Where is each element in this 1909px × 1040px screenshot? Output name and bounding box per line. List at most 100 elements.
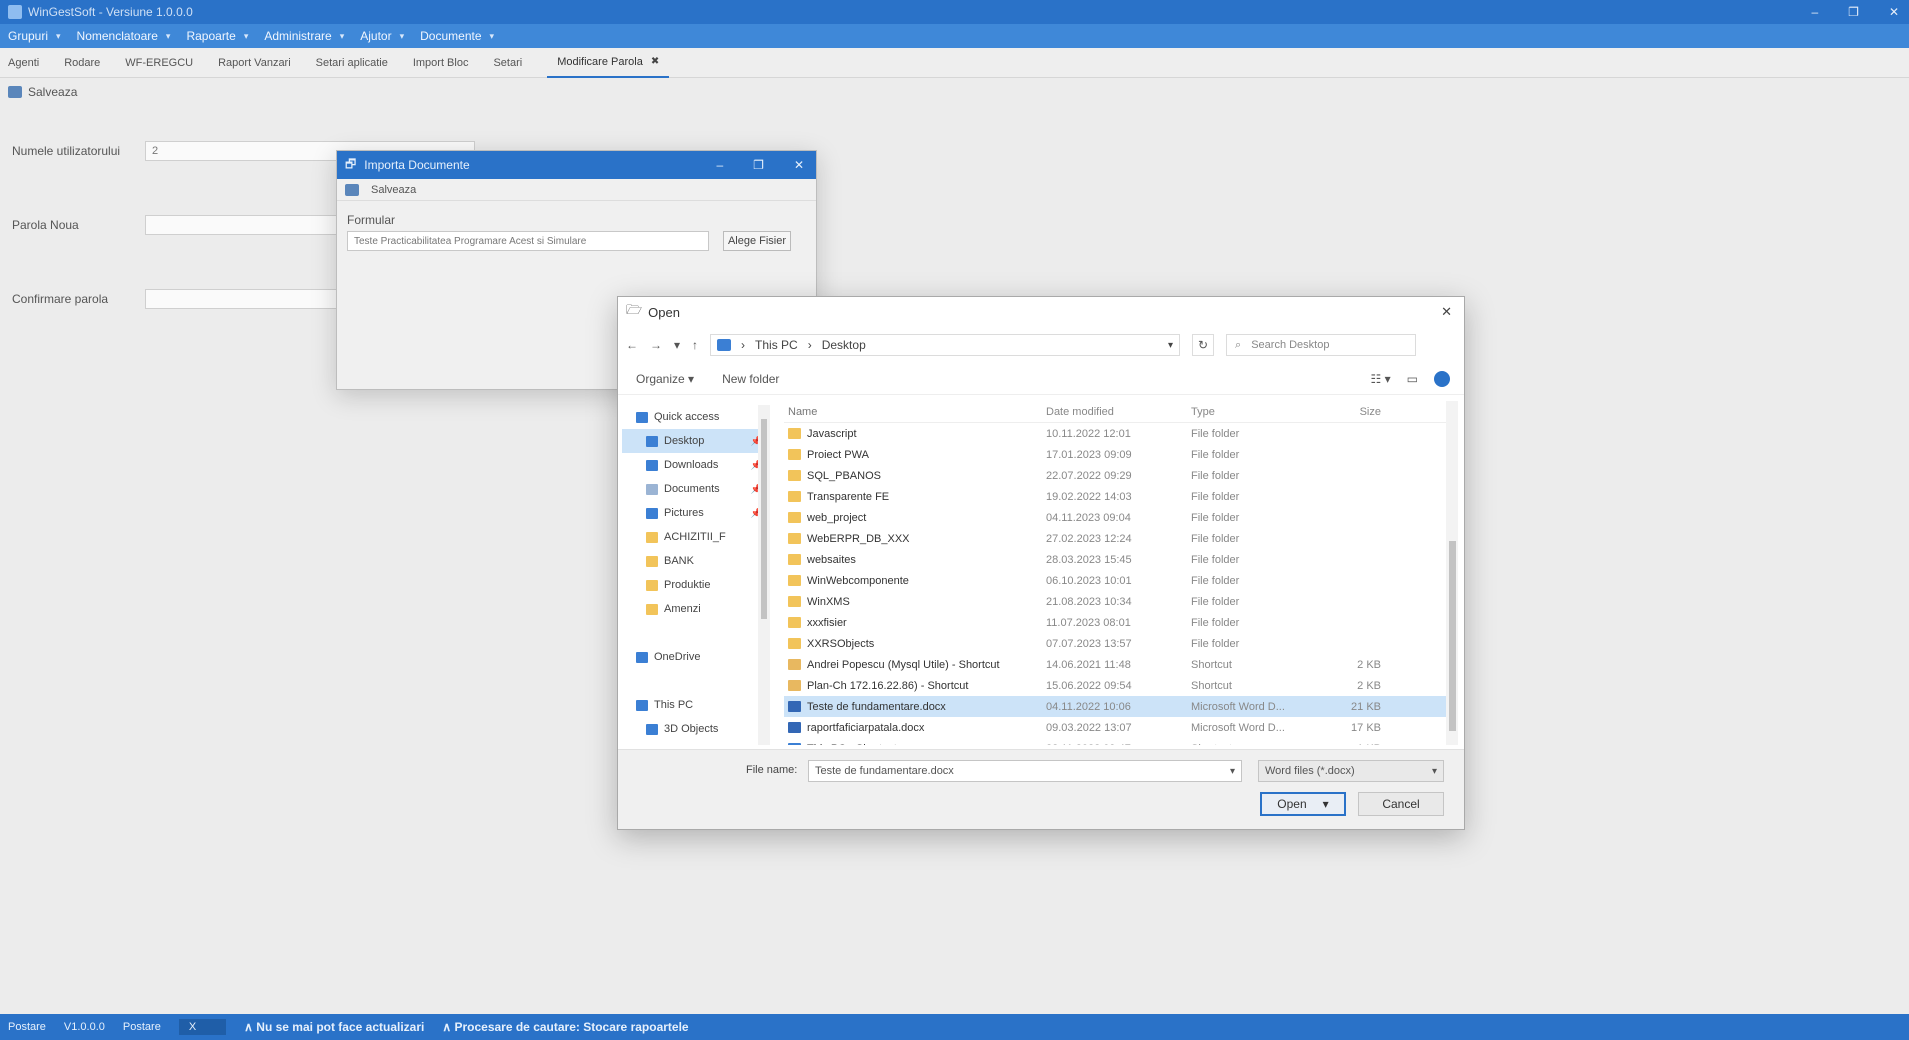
file-date: 28.03.2023 15:45	[1046, 553, 1132, 566]
close-icon[interactable]: ✖	[651, 56, 659, 67]
file-path-field[interactable]: Teste Practicabilitatea Programare Acest…	[347, 231, 709, 251]
column-type[interactable]: Type	[1191, 406, 1311, 418]
chevron-right-icon: ›	[741, 338, 746, 352]
chevron-down-icon[interactable]: ▾	[1323, 797, 1329, 811]
browse-button[interactable]: Alege Fisier	[723, 231, 791, 251]
up-icon[interactable]: ↑	[692, 338, 698, 352]
nav-item[interactable]: OneDrive	[622, 645, 770, 669]
tab-agenti[interactable]: Agenti	[8, 48, 64, 78]
menu-rapoarte[interactable]: Rapoarte ▾	[186, 29, 248, 43]
nav-item[interactable]: Desktop	[622, 741, 770, 745]
list-item[interactable]: WebERPR_DB_XXX 27.02.2023 12:24 File folde…	[784, 528, 1448, 549]
column-date[interactable]: Date modified	[1046, 406, 1191, 418]
menu-nomenclatoare[interactable]: Nomenclatoare ▾	[77, 29, 171, 43]
tab-rodare[interactable]: Rodare	[64, 48, 125, 78]
recent-dropdown-icon[interactable]: ▾	[674, 338, 680, 352]
nav-item[interactable]: Downloads 📌	[622, 453, 770, 477]
tab-wf-eregcu[interactable]: WF-EREGCU	[125, 48, 218, 78]
tab-import-bloc[interactable]: Import Bloc	[413, 48, 494, 78]
save-icon[interactable]	[8, 86, 22, 98]
menu-grupuri[interactable]: Grupuri ▾	[8, 29, 61, 43]
tab-setari[interactable]: Setari	[493, 48, 547, 78]
file-date: 22.07.2022 09:29	[1046, 469, 1132, 482]
menu-documente[interactable]: Documente ▾	[420, 29, 494, 43]
maximize-button[interactable]: ❐	[753, 158, 764, 172]
open-button[interactable]: Open ▾	[1260, 792, 1346, 816]
save-button[interactable]: Salveaza	[28, 85, 77, 99]
column-name[interactable]: Name	[784, 406, 1046, 418]
file-date: 14.06.2021 11:48	[1046, 658, 1131, 671]
minimize-button[interactable]: –	[1811, 5, 1818, 19]
list-item[interactable]: WinXMS 21.08.2023 10:34 File folder	[784, 591, 1448, 612]
help-icon[interactable]	[1434, 370, 1450, 387]
cancel-button[interactable]: Cancel	[1358, 792, 1444, 816]
status-close[interactable]: X	[178, 1019, 227, 1035]
close-button[interactable]: ✕	[1889, 5, 1899, 19]
list-item[interactable]: This PC - Shortcut 22.11.2022 09:47Shortc…	[784, 738, 1448, 745]
file-name-text: WebERPR_DB_XXX	[807, 532, 910, 545]
chevron-down-icon[interactable]: ▾	[1432, 766, 1437, 777]
nav-item[interactable]: BANK	[622, 549, 770, 573]
maximize-button[interactable]: ❐	[1848, 5, 1859, 19]
back-icon[interactable]: ←	[626, 338, 638, 352]
menu-administrare[interactable]: Administrare ▾	[264, 29, 344, 43]
nav-item[interactable]: 3D Objects	[622, 717, 770, 741]
file-name-text: This PC - Shortcut	[807, 743, 897, 746]
list-item[interactable]: WinWebcomponente 06.10.2023 10:01 File fol…	[784, 570, 1448, 591]
search-input[interactable]: ⌕ Search Desktop	[1226, 334, 1417, 356]
nav-item[interactable]: Produktie	[622, 573, 770, 597]
breadcrumb-this-pc[interactable]: This PC	[755, 338, 798, 352]
list-item[interactable]: Transparente FE 19.02.2022 14:03 File fold…	[784, 486, 1448, 507]
file-type: File folder	[1191, 469, 1240, 482]
organize-button[interactable]: Organize ▾	[636, 372, 694, 386]
nav-scrollbar[interactable]	[758, 405, 770, 745]
minimize-button[interactable]: –	[716, 158, 723, 172]
chevron-down-icon[interactable]: ▾	[1230, 766, 1235, 777]
nav-item[interactable]: ACHIZITII_F	[622, 525, 770, 549]
new-folder-button[interactable]: New folder	[722, 372, 779, 386]
list-item[interactable]: raportfaficiarpatala.docx 09.03.2022 13:0…	[784, 717, 1448, 738]
import-save-button[interactable]: Salveaza	[371, 184, 416, 196]
file-label: Formular	[347, 213, 396, 227]
close-button[interactable]: ✕	[794, 158, 804, 172]
view-icon[interactable]: ☷ ▾	[1371, 372, 1391, 386]
folder-icon	[636, 699, 648, 711]
forward-icon[interactable]: →	[650, 338, 662, 352]
refresh-icon[interactable]: ↻	[1192, 334, 1215, 356]
list-item[interactable]: Teste de fundamentare.docx 04.11.2022 10:…	[784, 696, 1448, 717]
nav-item[interactable]: Pictures 📌	[622, 501, 770, 525]
nav-item[interactable]: This PC	[622, 693, 770, 717]
nav-item[interactable]: Documents 📌	[622, 477, 770, 501]
filetype-select[interactable]: Word files (*.docx) ▾	[1258, 760, 1444, 782]
close-icon[interactable]: ✕	[1441, 304, 1452, 320]
list-item[interactable]: Plan-Ch 172.16.22.86) - Shortcut 15.06.20…	[784, 675, 1448, 696]
preview-pane-icon[interactable]: ▭	[1407, 372, 1418, 386]
navigation-pane: Quick access Desktop 📌 Downloads 📌 Documents 📌…	[622, 405, 770, 745]
file-list-scrollbar[interactable]	[1446, 401, 1458, 745]
tab-modificare-parola[interactable]: Modificare Parola ✖	[547, 48, 670, 78]
column-size[interactable]: Size	[1311, 406, 1381, 418]
address-bar[interactable]: › This PC › Desktop ▾	[710, 334, 1181, 356]
filename-input[interactable]: Teste de fundamentare.docx ▾	[808, 760, 1242, 782]
save-icon[interactable]	[345, 183, 359, 196]
scrollbar-thumb[interactable]	[1449, 541, 1456, 731]
list-item[interactable]: SQL_PBANOS 22.07.2022 09:29 File folder	[784, 465, 1448, 486]
tab-setari-aplicatie[interactable]: Setari aplicatie	[316, 48, 413, 78]
list-item[interactable]: xxxfisier 11.07.2023 08:01 File folder	[784, 612, 1448, 633]
list-item[interactable]: XXRSObjects 07.07.2023 13:57 File folder	[784, 633, 1448, 654]
chevron-down-icon[interactable]: ▾	[1168, 340, 1173, 351]
list-item[interactable]: websaites 28.03.2023 15:45 File folder	[784, 549, 1448, 570]
scrollbar-thumb[interactable]	[761, 419, 767, 619]
status-message: ∧ Procesare de cautare: Stocare rapoarte…	[442, 1020, 689, 1034]
list-item[interactable]: web_project 04.11.2023 09:04 File folder	[784, 507, 1448, 528]
breadcrumb-desktop[interactable]: Desktop	[822, 338, 866, 352]
nav-item[interactable]: Desktop 📌	[622, 429, 770, 453]
nav-item[interactable]: Amenzi	[622, 597, 770, 621]
menu-ajutor[interactable]: Ajutor ▾	[360, 29, 404, 43]
list-item[interactable]: Andrei Popescu (Mysql Utile) - Shortcut 1…	[784, 654, 1448, 675]
nav-item[interactable]: Quick access	[622, 405, 770, 429]
tab-raport-vanzari[interactable]: Raport Vanzari	[218, 48, 316, 78]
window-controls: – ❐ ✕	[1811, 0, 1899, 24]
list-item[interactable]: Javascript 10.11.2022 12:01 File folder	[784, 423, 1448, 444]
list-item[interactable]: Proiect PWA 17.01.2023 09:09 File folder	[784, 444, 1448, 465]
